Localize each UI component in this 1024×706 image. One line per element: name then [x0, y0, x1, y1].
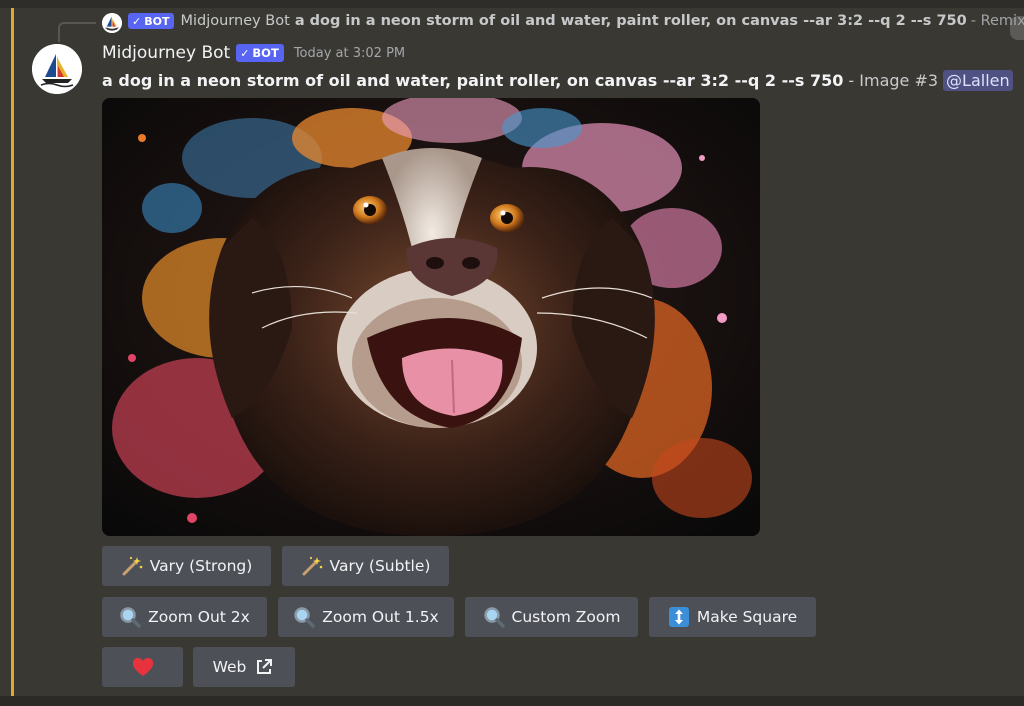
timestamp[interactable]: Today at 3:02 PM	[294, 46, 405, 61]
magnifier-icon	[483, 606, 505, 628]
vary-subtle-button[interactable]: Vary (Subtle)	[282, 546, 449, 586]
sailboat-logo-icon	[102, 13, 122, 33]
author-avatar[interactable]	[32, 44, 82, 94]
message-highlight-bar	[11, 8, 14, 696]
check-icon: ✓	[132, 14, 142, 28]
magic-wand-icon	[301, 555, 323, 577]
top-strip	[0, 0, 1024, 8]
reply-prompt: a dog in a neon storm of oil and water, …	[294, 13, 967, 29]
magnifier-icon	[293, 606, 316, 628]
author-name[interactable]: Midjourney Bot	[102, 43, 230, 63]
external-link-icon	[253, 656, 275, 678]
bot-badge: ✓ BOT	[236, 44, 284, 62]
heart-icon	[132, 656, 154, 678]
up-down-arrow-icon	[668, 606, 690, 628]
zoom-out-1-5x-label: Zoom Out 1.5x	[322, 608, 439, 626]
reply-connector	[58, 22, 96, 42]
make-square-button[interactable]: Make Square	[649, 597, 816, 637]
make-square-label: Make Square	[696, 608, 798, 626]
vary-strong-label: Vary (Strong)	[149, 557, 253, 575]
magnifier-icon	[119, 606, 141, 628]
prompt-text: a dog in a neon storm of oil and water, …	[102, 71, 844, 90]
vary-strong-button[interactable]: Vary (Strong)	[102, 546, 271, 586]
message-header: Midjourney Bot ✓ BOT Today at 3:02 PM	[102, 43, 405, 63]
check-icon: ✓	[240, 46, 250, 60]
favorite-button[interactable]	[102, 647, 183, 687]
zoom-out-1-5x-button[interactable]: Zoom Out 1.5x	[278, 597, 454, 637]
message-content: a dog in a neon storm of oil and water, …	[102, 70, 1013, 91]
dog-painting	[102, 98, 760, 536]
reply-reference[interactable]: ✓ BOT Midjourney Bot a dog in a neon stor…	[128, 13, 1024, 29]
generated-image[interactable]	[102, 98, 760, 536]
reply-author[interactable]: Midjourney Bot	[180, 13, 289, 29]
web-label: Web	[212, 658, 247, 676]
zoom-out-2x-label: Zoom Out 2x	[148, 608, 250, 626]
user-mention[interactable]: @Lallen	[943, 70, 1013, 91]
zoom-out-2x-button[interactable]: Zoom Out 2x	[102, 597, 267, 637]
sailboat-logo-icon	[32, 44, 82, 94]
image-number: - Image #3	[848, 71, 939, 90]
reply-avatar[interactable]	[102, 13, 122, 33]
web-link-button[interactable]: Web	[193, 647, 295, 687]
vary-subtle-label: Vary (Subtle)	[329, 557, 431, 575]
reply-bot-badge: ✓ BOT	[128, 13, 175, 29]
custom-zoom-button[interactable]: Custom Zoom	[465, 597, 638, 637]
bottom-strip	[0, 696, 1024, 706]
custom-zoom-label: Custom Zoom	[511, 608, 621, 626]
magic-wand-icon	[121, 555, 143, 577]
reply-suffix: - Remix by	[970, 13, 1024, 29]
